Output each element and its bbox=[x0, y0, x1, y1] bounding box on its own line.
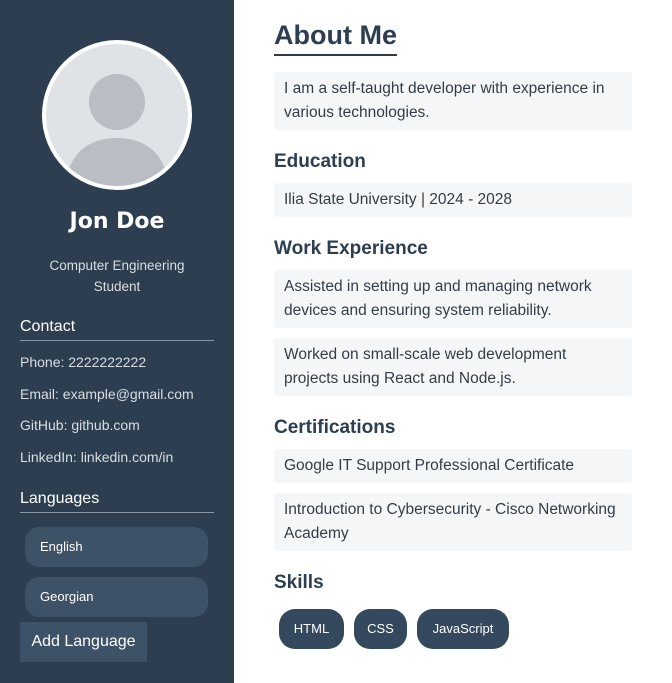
education-title: Education bbox=[274, 151, 366, 172]
work-item: Worked on small-scale web development pr… bbox=[274, 338, 632, 396]
page-title: About Me bbox=[274, 20, 397, 56]
skill-tag-javascript[interactable]: JavaScript bbox=[417, 609, 509, 649]
languages-heading: Languages bbox=[20, 490, 214, 513]
education-item: Ilia State University | 2024 - 2028 bbox=[274, 183, 632, 217]
language-item-english[interactable]: English bbox=[25, 527, 208, 567]
skill-tag-html[interactable]: HTML bbox=[279, 609, 344, 649]
skills-title: Skills bbox=[274, 572, 324, 593]
contact-phone: Phone: 2222222222 bbox=[20, 354, 147, 370]
language-item-georgian[interactable]: Georgian bbox=[25, 577, 208, 617]
contact-github[interactable]: GitHub: github.com bbox=[20, 417, 140, 433]
add-language-button[interactable]: Add Language bbox=[20, 622, 147, 662]
profile-role: Computer Engineering Student bbox=[49, 258, 185, 294]
certifications-title: Certifications bbox=[274, 417, 396, 438]
work-item: Assisted in setting up and managing netw… bbox=[274, 270, 632, 328]
certification-item: Introduction to Cybersecurity - Cisco Ne… bbox=[274, 493, 632, 551]
main-content: About Me I am a self-taught developer wi… bbox=[234, 0, 672, 683]
sidebar: Jon Doe Computer Engineering Student Con… bbox=[0, 0, 234, 683]
contact-linkedin[interactable]: LinkedIn: linkedin.com/in bbox=[20, 449, 173, 465]
user-silhouette-icon bbox=[66, 74, 168, 186]
work-title: Work Experience bbox=[274, 238, 428, 259]
skill-tag-css[interactable]: CSS bbox=[354, 609, 407, 649]
contact-email[interactable]: Email: example@gmail.com bbox=[20, 386, 194, 402]
avatar bbox=[42, 40, 192, 190]
certification-item: Google IT Support Professional Certifica… bbox=[274, 449, 632, 483]
profile-name: Jon Doe bbox=[69, 209, 165, 234]
about-text: I am a self-taught developer with experi… bbox=[274, 72, 632, 130]
contact-heading: Contact bbox=[20, 318, 214, 341]
